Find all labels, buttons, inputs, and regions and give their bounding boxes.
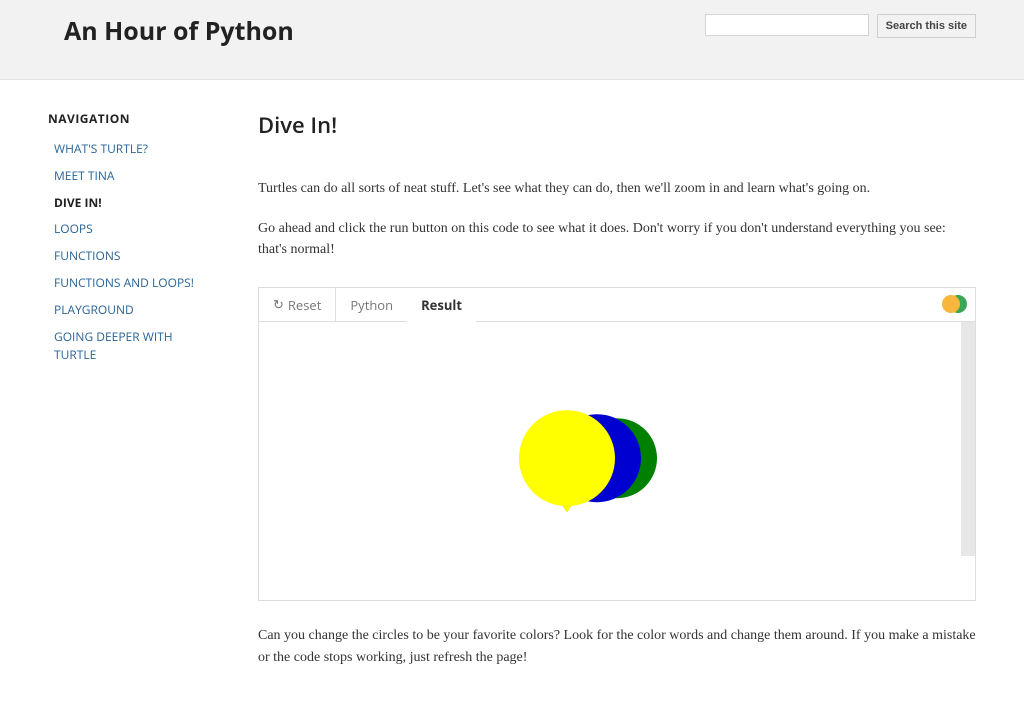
code-embed: ↻ Reset Python Result [258, 287, 976, 601]
sidebar-item-functions[interactable]: FUNCTIONS [54, 247, 120, 264]
badge-front-icon [942, 295, 960, 313]
tab-python-label: Python [350, 296, 393, 314]
intro-paragraph-1: Turtles can do all sorts of neat stuff. … [258, 178, 976, 200]
tab-python[interactable]: Python [336, 288, 407, 321]
tab-reset[interactable]: ↻ Reset [259, 288, 336, 321]
intro-paragraph-2: Go ahead and click the run button on thi… [258, 218, 976, 261]
sidebar-item-dive-in[interactable]: DIVE IN! [54, 194, 102, 211]
sidebar-item-whats-turtle[interactable]: WHAT'S TURTLE? [54, 140, 148, 157]
search-form: Search this site [705, 14, 976, 38]
page-title: Dive In! [258, 110, 976, 140]
site-title: An Hour of Python [64, 14, 294, 48]
sidebar-item-playground[interactable]: PLAYGROUND [54, 301, 134, 318]
sidebar: NAVIGATION WHAT'S TURTLE? MEET TINA DIVE… [48, 110, 218, 686]
circle-yellow [519, 410, 615, 506]
followup-paragraph: Can you change the circles to be your fa… [258, 625, 976, 668]
sidebar-item-going-deeper[interactable]: GOING DEEPER WITH TURTLE [54, 328, 173, 364]
nav-list: WHAT'S TURTLE? MEET TINA DIVE IN! LOOPS … [48, 135, 218, 368]
sidebar-item-meet-tina[interactable]: MEET TINA [54, 167, 114, 184]
canvas-scrollbar[interactable] [961, 322, 975, 556]
tab-reset-label: Reset [288, 296, 321, 314]
page-wrap: NAVIGATION WHAT'S TURTLE? MEET TINA DIVE… [0, 80, 1024, 726]
trinket-badge[interactable] [941, 294, 967, 314]
search-input[interactable] [705, 14, 869, 36]
header-bar: An Hour of Python Search this site [0, 0, 1024, 80]
result-canvas [259, 322, 975, 600]
search-button[interactable]: Search this site [877, 14, 976, 38]
turtle-cursor-icon [563, 506, 571, 512]
tab-result-label: Result [421, 296, 462, 314]
refresh-icon: ↻ [273, 298, 284, 311]
tab-result[interactable]: Result [407, 289, 476, 322]
nav-heading: NAVIGATION [48, 110, 218, 127]
sidebar-item-functions-and-loops[interactable]: FUNCTIONS AND LOOPS! [54, 274, 194, 291]
turtle-output [507, 388, 727, 528]
sidebar-item-loops[interactable]: LOOPS [54, 220, 93, 237]
embed-tabs: ↻ Reset Python Result [259, 288, 975, 322]
main-content: Dive In! Turtles can do all sorts of nea… [258, 110, 976, 686]
